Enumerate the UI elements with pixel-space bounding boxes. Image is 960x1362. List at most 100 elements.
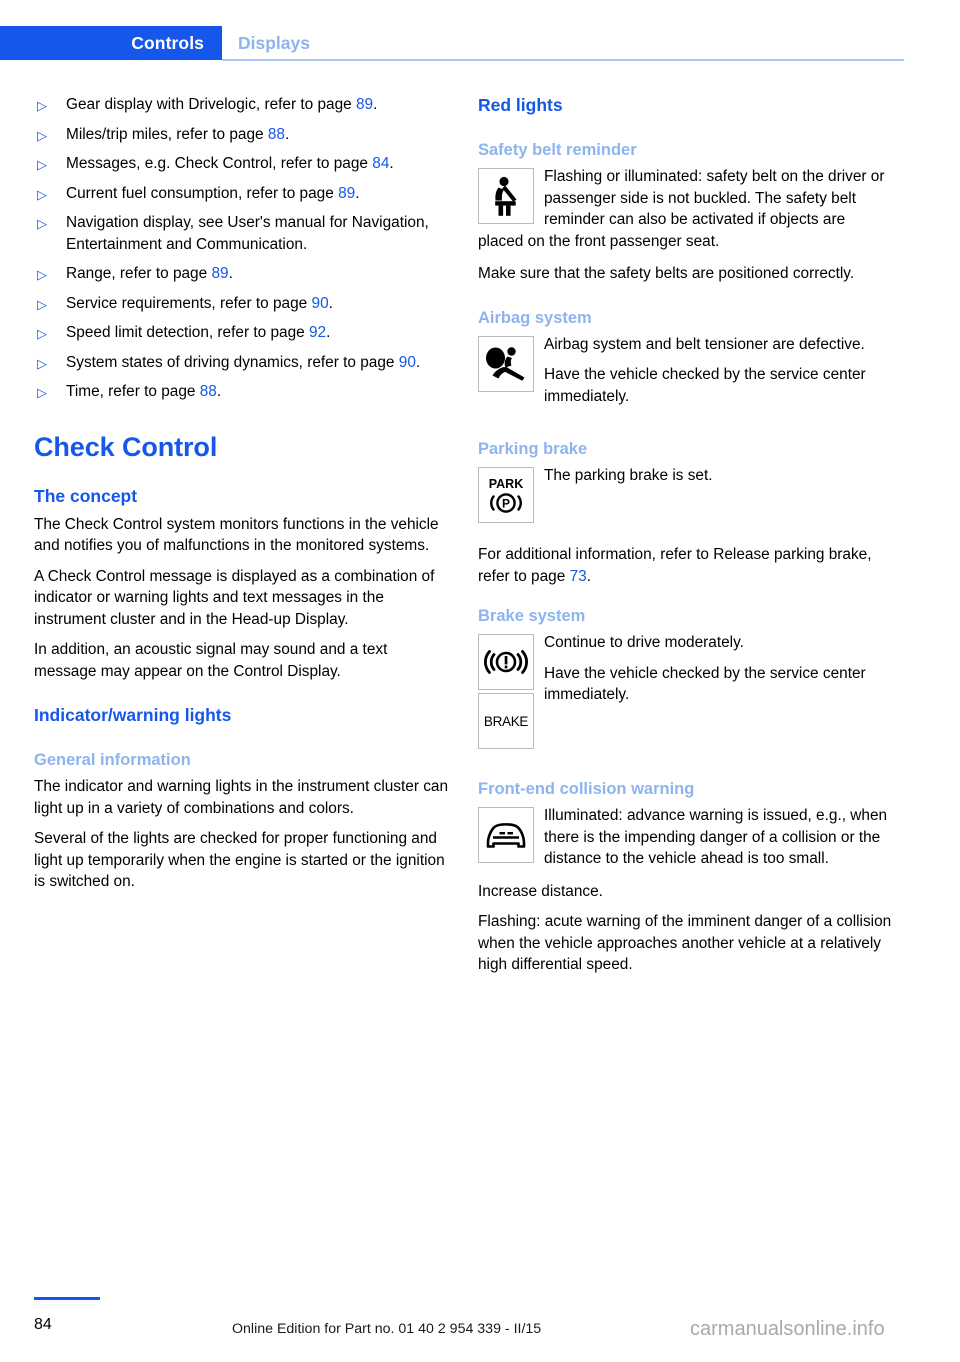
figure-front-collision: Illuminated: advance warning is issued, … [478, 805, 894, 879]
list-item-text-end: . [415, 353, 421, 371]
triangle-bullet-icon: ▷ [37, 216, 47, 231]
page-reference[interactable]: 73 [570, 568, 587, 585]
general-info-paragraph: The indicator and warning lights in the … [34, 778, 449, 817]
triangle-bullet-icon: ▷ [37, 355, 47, 371]
header-divider [222, 59, 904, 61]
parking-brake-icon: PARK P [478, 467, 534, 523]
edition-note: Online Edition for Part no. 01 40 2 954 … [232, 1321, 542, 1337]
section-title-check-control: Check Control [34, 431, 218, 462]
heading-airbag-system: Airbag system [478, 308, 592, 327]
airbag-paragraph: Airbag system and belt tensioner are def… [544, 335, 865, 353]
list-item-text: Current fuel consumption, refer to page [66, 184, 339, 202]
parking-brake-paragraph: The parking brake is set. [544, 467, 713, 484]
triangle-bullet-icon: ▷ [37, 296, 47, 312]
list-item: ▷ Time, refer to page 88. [34, 381, 450, 403]
list-item: ▷ Speed limit detection, refer to page 92… [34, 322, 450, 344]
list-item: ▷ System states of driving dynamics, refe… [34, 352, 450, 374]
page-reference[interactable]: 90 [312, 295, 329, 312]
list-item: ▷ Messages, e.g. Check Control, refer to … [34, 153, 450, 175]
list-item: ▷ Service requirements, refer to page 90. [34, 293, 450, 315]
list-item-text: Navigation display, see User's manual fo… [66, 214, 429, 253]
triangle-bullet-icon: ▷ [37, 385, 47, 400]
list-item-text: Gear display with Drivelogic, refer to p… [66, 96, 356, 113]
followup-text: For additional information, refer to Rel… [478, 546, 872, 585]
triangle-bullet-icon: ▷ [37, 157, 47, 172]
page-reference[interactable]: 89 [356, 96, 373, 113]
display-items-list: ▷ Gear display with Drivelogic, refer to … [34, 94, 450, 403]
triangle-bullet-icon: ▷ [37, 186, 47, 202]
list-item-text: Service requirements, refer to page [66, 294, 312, 312]
list-item-text-end: . [355, 184, 360, 202]
list-item-text: Time, refer to page [66, 383, 200, 400]
collision-paragraph: Illuminated: advance warning is issued, … [544, 807, 888, 867]
brake-paragraph: Continue to drive moderately. [544, 634, 744, 651]
page-reference[interactable]: 88 [268, 126, 285, 143]
list-item-text: Speed limit detection, refer to page [66, 324, 309, 341]
heading-indicator-warning-lights: Indicator/warning lights [34, 705, 232, 725]
figure-safety-belt: Flashing or illuminated: safety belt on … [478, 166, 894, 261]
concept-paragraph: In addition, an acoustic signal may soun… [34, 641, 388, 680]
heading-the-concept: The concept [34, 485, 138, 506]
triangle-bullet-icon: ▷ [37, 127, 47, 143]
list-item-text-end: . [373, 96, 378, 113]
list-item: ▷ Miles/trip miles, refer to page 88. [34, 124, 450, 146]
page-reference[interactable]: 84 [372, 155, 389, 172]
heading-parking-brake: Parking brake [478, 440, 588, 458]
page-reference[interactable]: 92 [309, 324, 326, 341]
triangle-bullet-icon: ▷ [37, 267, 47, 282]
tab-displays-label: Displays [238, 32, 310, 53]
heading-general-information: General information [34, 751, 191, 769]
front-collision-icon [478, 807, 534, 863]
svg-text:PARK: PARK [489, 477, 524, 491]
list-item-text: Range, refer to page [66, 265, 212, 282]
figure-airbag-system: Airbag system and belt tensioner are def… [478, 334, 894, 417]
brake-paragraph-2: Have the vehicle checked by the service … [544, 664, 866, 704]
figure-text: Continue to drive moderately. Have the v… [478, 632, 894, 706]
safety-belt-paragraph-2: Make sure that the safety belts are posi… [478, 265, 855, 282]
tab-controls-label: Controls [131, 32, 204, 53]
list-item-text: Messages, e.g. Check Control, refer to p… [66, 155, 373, 172]
concept-paragraph: A Check Control message is displayed as … [34, 567, 435, 628]
figure-text: Airbag system and belt tensioner are def… [478, 334, 894, 408]
heading-brake-system: Brake system [478, 607, 586, 625]
list-item-text-end: . [284, 125, 290, 143]
list-item-text: Miles/trip miles, refer to page [66, 125, 268, 143]
page-reference[interactable]: 90 [399, 354, 416, 371]
footer-divider [34, 1297, 100, 1300]
list-item-text-end: . [389, 155, 394, 172]
list-item-text-end: . [228, 265, 233, 282]
tab-strip: Controls Displays [0, 26, 960, 60]
page-reference[interactable]: 88 [200, 383, 217, 400]
page-header: Controls Displays [0, 0, 960, 66]
page-reference[interactable]: 89 [211, 265, 228, 282]
airbag-paragraph-2: Have the vehicle checked by the service … [544, 366, 866, 405]
heading-front-end-collision-warning: Front-end collision warning [478, 780, 695, 798]
list-item-text-end: . [328, 294, 333, 312]
page-reference[interactable]: 89 [338, 185, 355, 202]
svg-text:P: P [502, 497, 510, 511]
tab-controls[interactable]: Controls [0, 26, 222, 60]
icon-group: BRAKE [478, 634, 534, 752]
brake-word-icon: BRAKE [478, 693, 534, 749]
heading-red-lights: Red lights [478, 95, 563, 115]
figure-parking-brake: PARK P The parking brake is set. [478, 465, 894, 526]
followup-text-end: . [586, 567, 591, 585]
left-column: ▷ Gear display with Drivelogic, refer to … [34, 94, 450, 902]
collision-paragraph-2: Increase distance. [478, 882, 603, 900]
collision-paragraph-3: Flashing: acute warning of the imminent … [478, 913, 892, 973]
triangle-bullet-icon: ▷ [37, 326, 47, 341]
watermark: carmanualsonline.info [690, 1318, 885, 1340]
list-item: ▷ Current fuel consumption, refer to page… [34, 183, 450, 205]
parking-brake-followup: For additional information, refer to Rel… [478, 544, 894, 587]
heading-safety-belt-reminder: Safety belt reminder [478, 141, 637, 159]
triangle-bullet-icon: ▷ [37, 98, 47, 113]
tab-displays[interactable]: Displays [222, 26, 310, 60]
figure-brake-system: BRAKE Continue to drive moderately. Have… [478, 632, 894, 752]
list-item-text: System states of driving dynamics, refer… [66, 353, 399, 371]
list-item-text-end: . [216, 383, 222, 400]
list-item: ▷ Gear display with Drivelogic, refer to … [34, 94, 450, 116]
brake-word-label: BRAKE [483, 713, 529, 729]
figure-text: Illuminated: advance warning is issued, … [478, 805, 894, 870]
icon-group: PARK P [478, 467, 534, 526]
general-info-paragraph: Several of the lights are checked for pr… [34, 830, 445, 890]
